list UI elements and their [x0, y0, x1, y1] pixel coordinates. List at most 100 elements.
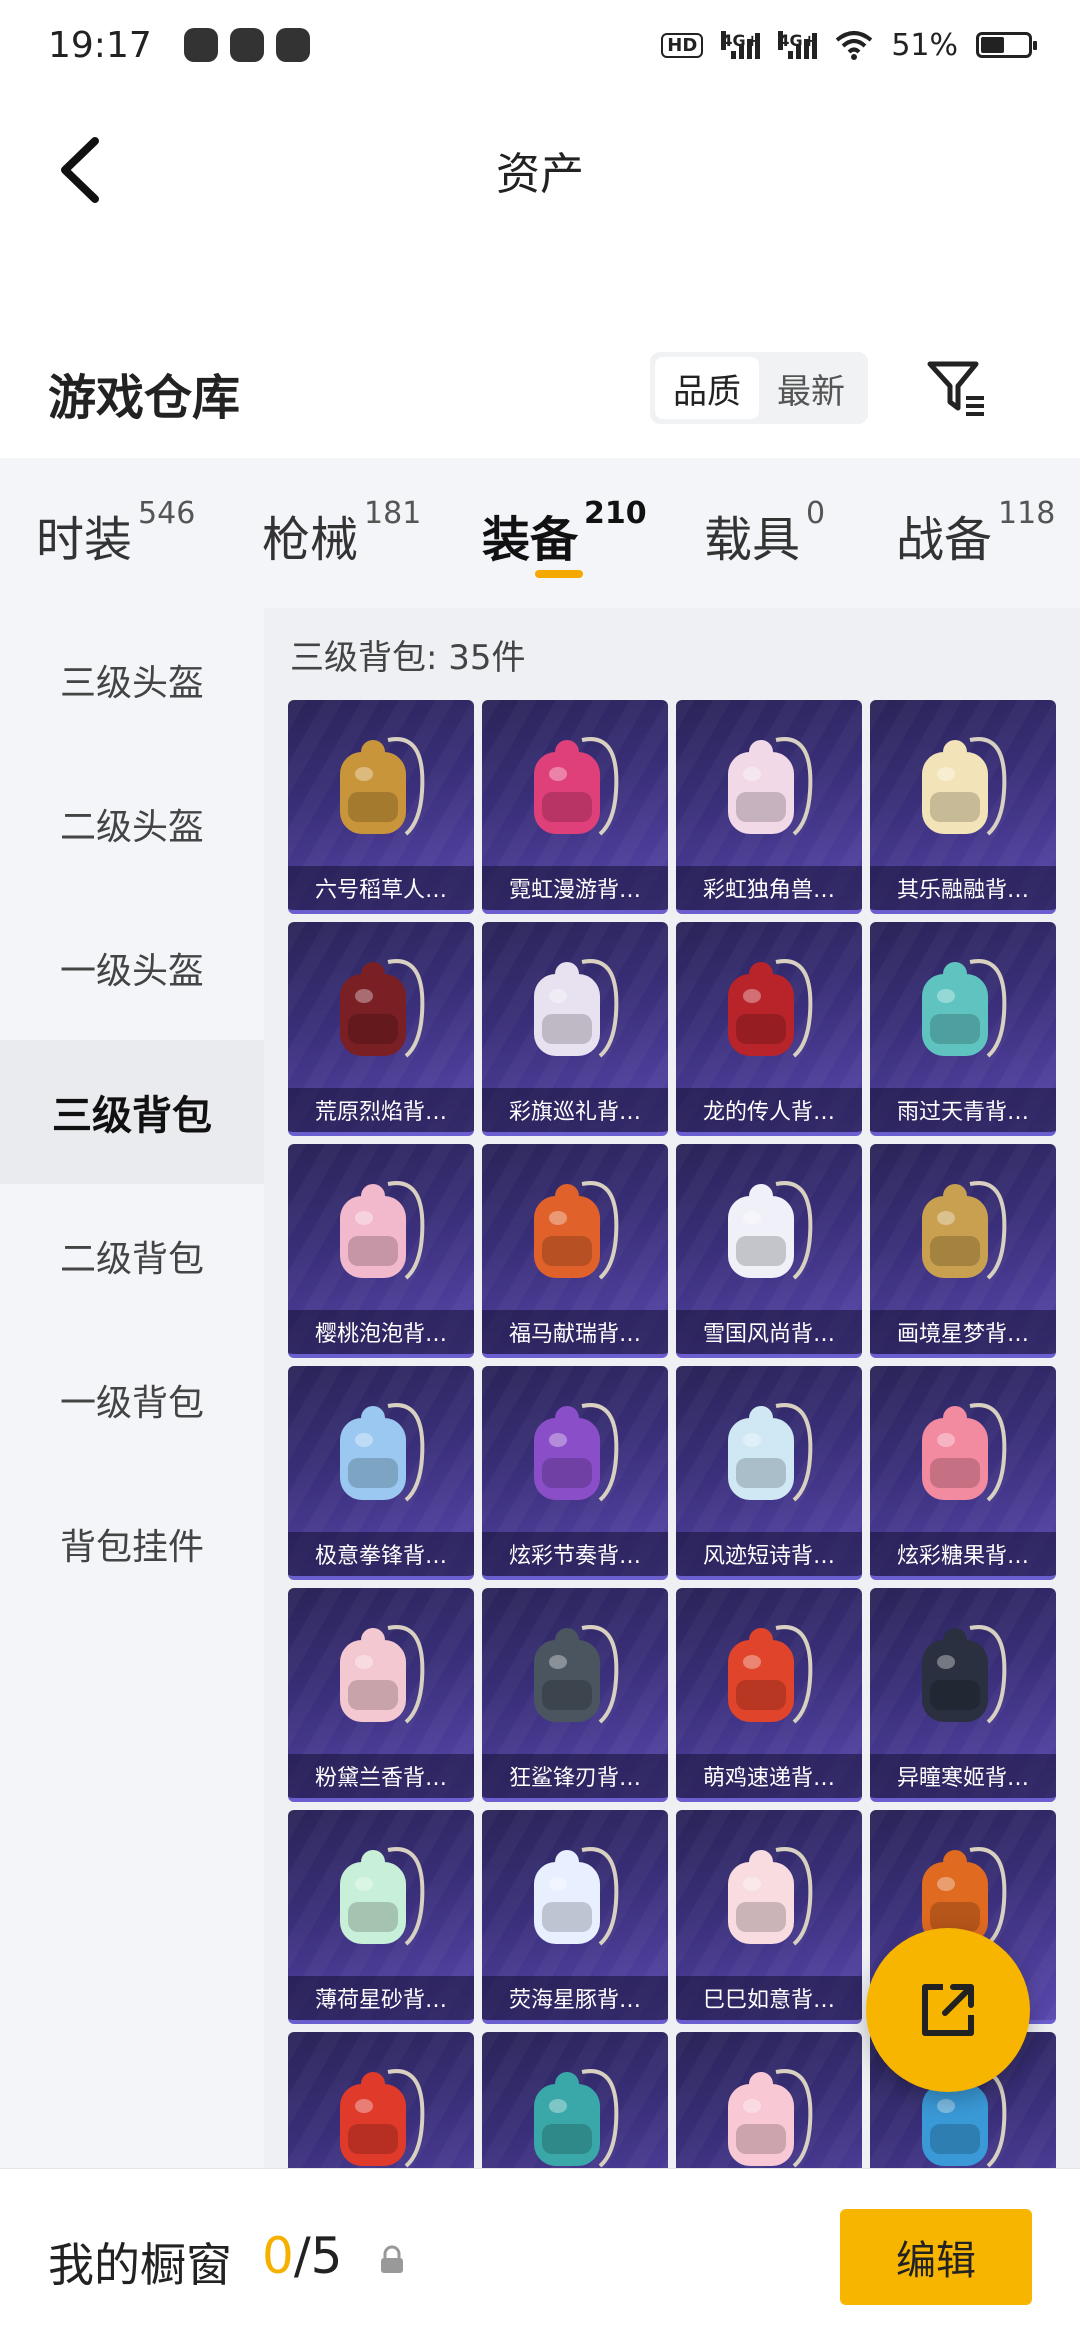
backpack-icon [534, 1625, 619, 1724]
item-card[interactable]: 粉黛兰香背… [288, 1588, 474, 1802]
hd-icon: HD [661, 32, 704, 58]
backpack-icon [340, 737, 425, 836]
sidebar-item-lv3-backpack[interactable]: 三级背包 [0, 1040, 264, 1184]
tab-firearms[interactable]: 枪械 181 [262, 496, 421, 570]
tab-supplies[interactable]: 战备 118 [896, 496, 1055, 570]
sidebar-item-lv3-helmet[interactable]: 三级头盔 [0, 608, 264, 752]
backpack-icon [922, 1181, 1007, 1280]
sort-quality-button[interactable]: 品质 [655, 357, 759, 419]
sidebar-item-lv2-helmet[interactable]: 二级头盔 [0, 752, 264, 896]
backpack-icon [728, 737, 813, 836]
backpack-icon [728, 2069, 813, 2168]
backpack-icon [728, 1847, 813, 1946]
item-name: 极意拳锋背… [288, 1532, 474, 1576]
item-card[interactable]: 萌鸡速递背… [676, 1588, 862, 1802]
item-card[interactable]: 风迹短诗背… [676, 1366, 862, 1580]
tab-fashion[interactable]: 时装 546 [36, 496, 195, 570]
item-card[interactable]: 画境星梦背… [870, 1144, 1056, 1358]
item-name: 萌鸡速递背… [676, 1754, 862, 1798]
item-name: 龙的传人背… [676, 1088, 862, 1132]
backpack-icon [340, 1847, 425, 1946]
backpack-icon [728, 1181, 813, 1280]
item-card[interactable]: 极意拳锋背… [288, 1366, 474, 1580]
status-bar: 19:17 HD 4G+ 4G+ 51% [0, 0, 1080, 90]
app-notification-icon [229, 28, 264, 62]
item-card[interactable]: 樱桃泡泡背… [288, 1144, 474, 1358]
signal-icon: 4G+ [721, 31, 761, 59]
backpack-icon [534, 737, 619, 836]
backpack-icon [340, 1625, 425, 1724]
item-name: 画境星梦背… [870, 1310, 1056, 1354]
tab-equipment[interactable]: 装备 210 [482, 496, 647, 570]
item-card[interactable]: 荧海星豚背… [482, 1810, 668, 2024]
item-name: 粉黛兰香背… [288, 1754, 474, 1798]
item-name: 樱桃泡泡背… [288, 1310, 474, 1354]
showcase-count: 0/5 [262, 2227, 343, 2285]
item-name: 六号稻草人… [288, 866, 474, 910]
backpack-icon [728, 1625, 813, 1724]
backpack-icon [534, 959, 619, 1058]
item-name: 彩旗巡礼背… [482, 1088, 668, 1132]
item-card[interactable]: 异瞳寒姬背… [870, 1588, 1056, 1802]
item-card[interactable]: 霓虹漫游背… [482, 700, 668, 914]
item-name: 霓虹漫游背… [482, 866, 668, 910]
item-card[interactable]: 狂鲨锋刃背… [482, 1588, 668, 1802]
item-card[interactable] [288, 2032, 474, 2168]
item-card[interactable] [482, 2032, 668, 2168]
edit-button[interactable]: 编辑 [840, 2209, 1032, 2305]
wifi-icon [836, 31, 873, 60]
item-name: 荒原烈焰背… [288, 1088, 474, 1132]
item-card[interactable]: 其乐融融背… [870, 700, 1056, 914]
lock-icon [381, 2245, 403, 2273]
item-card[interactable]: 雨过天青背… [870, 922, 1056, 1136]
backpack-icon [340, 1181, 425, 1280]
share-button[interactable] [866, 1928, 1030, 2092]
item-card[interactable]: 炫彩糖果背… [870, 1366, 1056, 1580]
item-name: 异瞳寒姬背… [870, 1754, 1056, 1798]
backpack-icon [728, 959, 813, 1058]
item-name: 福马献瑞背… [482, 1310, 668, 1354]
sidebar-item-lv1-helmet[interactable]: 一级头盔 [0, 896, 264, 1040]
item-card[interactable]: 荒原烈焰背… [288, 922, 474, 1136]
subcategory-sidebar: 三级头盔 二级头盔 一级头盔 三级背包 二级背包 一级背包 背包挂件 [0, 608, 264, 2168]
item-card[interactable]: 六号稻草人… [288, 700, 474, 914]
sort-newest-button[interactable]: 最新 [759, 357, 863, 419]
item-name: 雪国风尚背… [676, 1310, 862, 1354]
backpack-icon [728, 1403, 813, 1502]
item-card[interactable]: 龙的传人背… [676, 922, 862, 1136]
active-tab-indicator [535, 570, 583, 578]
showcase-label: 我的橱窗 [48, 2238, 232, 2292]
sort-toggle: 品质 最新 [650, 352, 868, 424]
app-notification-icon [275, 28, 310, 62]
item-name: 其乐融融背… [870, 866, 1056, 910]
item-card[interactable]: 巳巳如意背… [676, 1810, 862, 2024]
warehouse-title: 游戏仓库 [48, 370, 241, 426]
tab-vehicles[interactable]: 载具 0 [704, 496, 825, 570]
item-name: 风迹短诗背… [676, 1532, 862, 1576]
sidebar-item-backpack-charm[interactable]: 背包挂件 [0, 1472, 264, 1616]
item-card[interactable]: 雪国风尚背… [676, 1144, 862, 1358]
app-notification-icon [183, 28, 218, 62]
item-card[interactable] [676, 2032, 862, 2168]
backpack-icon [922, 737, 1007, 836]
item-card[interactable]: 彩旗巡礼背… [482, 922, 668, 1136]
section-title: 三级背包: 35件 [290, 638, 526, 678]
battery-icon [976, 32, 1037, 58]
item-card[interactable]: 薄荷星砂背… [288, 1810, 474, 2024]
backpack-icon [534, 1847, 619, 1946]
item-card[interactable]: 炫彩节奏背… [482, 1366, 668, 1580]
item-name: 雨过天青背… [870, 1088, 1056, 1132]
item-card[interactable]: 福马献瑞背… [482, 1144, 668, 1358]
backpack-icon [922, 959, 1007, 1058]
backpack-icon [340, 2069, 425, 2168]
page-title: 资产 [496, 149, 584, 200]
backpack-icon [340, 959, 425, 1058]
filter-button[interactable] [920, 352, 992, 424]
signal-icon: 4G+ [778, 31, 818, 59]
sidebar-item-lv2-backpack[interactable]: 二级背包 [0, 1184, 264, 1328]
backpack-icon [534, 1403, 619, 1502]
filter-icon [927, 361, 984, 416]
category-tabs: 时装 546 枪械 181 装备 210 载具 0 战备 118 [0, 458, 1080, 608]
sidebar-item-lv1-backpack[interactable]: 一级背包 [0, 1328, 264, 1472]
item-card[interactable]: 彩虹独角兽… [676, 700, 862, 914]
